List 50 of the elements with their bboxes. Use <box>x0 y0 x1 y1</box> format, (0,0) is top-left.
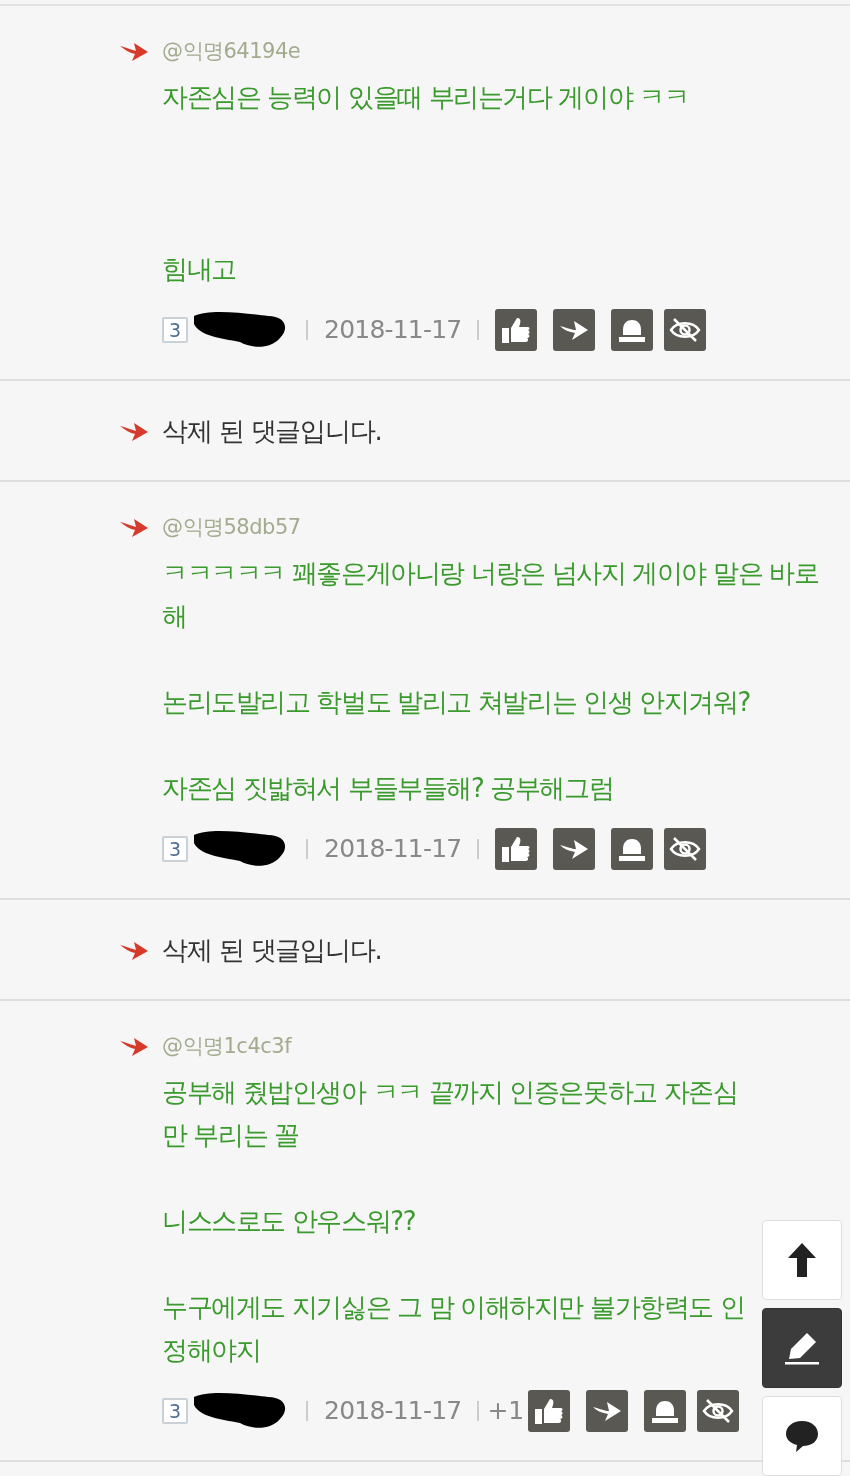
comment-button[interactable] <box>762 1396 842 1476</box>
deleted-comment-text: 삭제 된 댓글입니다. <box>162 934 382 967</box>
level-badge: 3 <box>162 317 189 343</box>
like-button[interactable] <box>495 309 538 351</box>
date-text: 2018-11-17 <box>324 314 462 347</box>
reply-arrow-icon <box>120 1035 148 1057</box>
comment-text: ㅋㅋㅋㅋㅋ 꽤좋은게아니랑 너랑은 넘사지 게이야 말은 바로해 논리도발리고 학벌도 발리고 쳐발리는 인생 안지겨워? 자존심 짓밟혀서 부들부들해? 공부해그럼 <box>162 557 820 805</box>
hide-button[interactable] <box>697 1390 740 1432</box>
speech-bubble-icon <box>785 1419 819 1453</box>
share-button[interactable] <box>553 309 596 351</box>
mention-text: @익명64194e <box>162 38 301 65</box>
siren-icon <box>617 317 648 343</box>
like-button[interactable] <box>495 828 538 870</box>
share-button[interactable] <box>586 1390 629 1432</box>
eye-slash-icon <box>669 317 702 343</box>
arrow-icon <box>559 837 590 861</box>
reply-arrow-icon <box>120 939 148 961</box>
comment-text: 자존심은 능력이 있을때 부리는거다 게이야 ㅋㅋ 힘내고 <box>162 81 690 286</box>
mention-text: @익명58db57 <box>162 514 301 541</box>
deleted-comment-text: 삭제 된 댓글입니다. <box>162 415 382 448</box>
scroll-top-button[interactable] <box>762 1220 842 1300</box>
like-button[interactable] <box>528 1390 571 1432</box>
reply-arrow-icon <box>120 40 148 62</box>
arrow-icon <box>559 318 590 342</box>
siren-icon <box>650 1398 681 1424</box>
level-badge: 3 <box>162 836 189 862</box>
thumbs-up-icon <box>534 1397 565 1425</box>
hide-button[interactable] <box>664 828 707 870</box>
share-button[interactable] <box>553 828 596 870</box>
report-button[interactable] <box>644 1390 687 1432</box>
hide-button[interactable] <box>664 309 707 351</box>
pencil-icon <box>783 1331 821 1365</box>
thumbs-up-icon <box>501 835 532 863</box>
date-text: 2018-11-17 <box>324 833 462 866</box>
reply-arrow-icon <box>120 516 148 538</box>
report-button[interactable] <box>611 828 654 870</box>
recommend-count: +1 <box>487 1395 525 1428</box>
siren-icon <box>617 836 648 862</box>
write-button[interactable] <box>762 1308 842 1388</box>
arrow-up-icon <box>788 1243 816 1277</box>
mention-text: @익명1c4c3f <box>162 1033 292 1060</box>
comment-text: 공부해 줬밥인생아 ㅋㅋ 끝까지 인증은못하고 자존심만 부리는 꼴 니스스로도 안우스워?? 누구에게도 지기싫은 그 맘 이해하지만 불가항력도 인정해야지 <box>162 1076 746 1367</box>
level-badge: 3 <box>162 1398 189 1424</box>
eye-slash-icon <box>702 1398 735 1424</box>
reply-arrow-icon <box>120 420 148 442</box>
thumbs-up-icon <box>501 316 532 344</box>
arrow-icon <box>592 1399 623 1423</box>
report-button[interactable] <box>611 309 654 351</box>
eye-slash-icon <box>669 836 702 862</box>
date-text: 2018-11-17 <box>324 1395 462 1428</box>
